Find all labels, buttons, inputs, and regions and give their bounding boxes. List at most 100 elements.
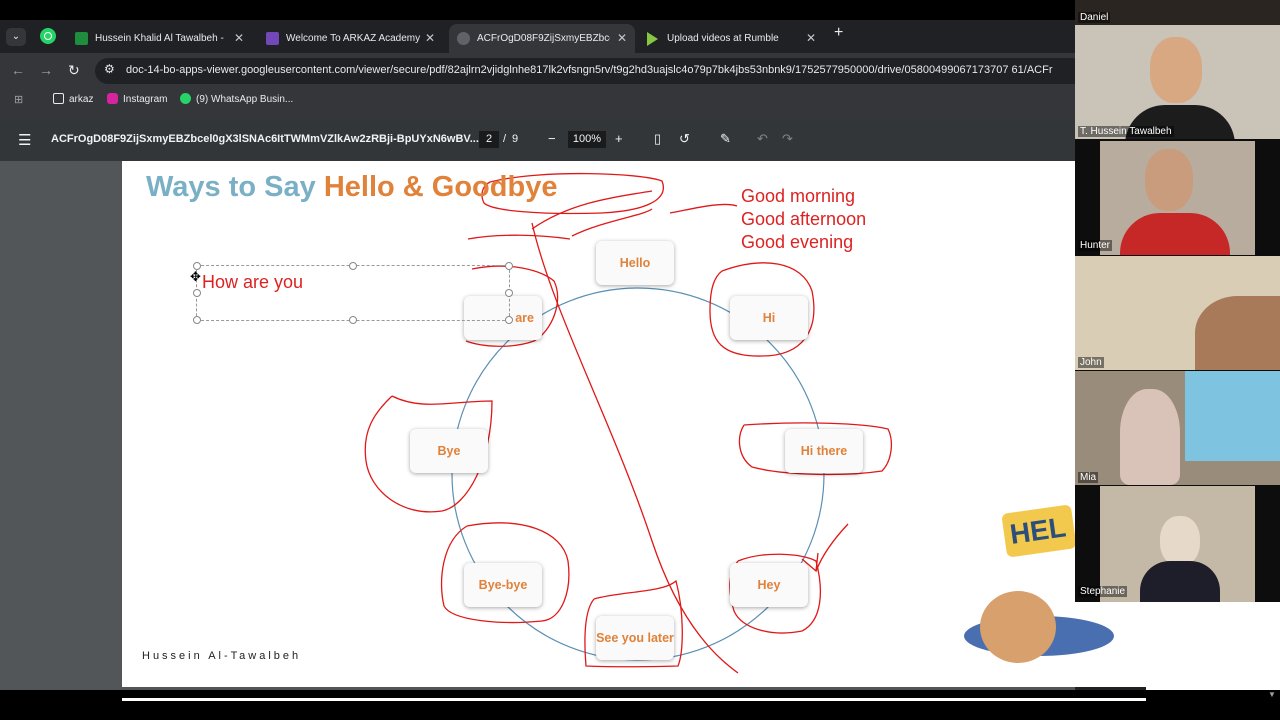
node-see-you-later: See you later <box>596 616 674 660</box>
participant-tile[interactable]: John <box>1075 256 1280 370</box>
greetings-annotation: Good morning Good afternoon Good evening <box>741 185 866 254</box>
text-annotation-box[interactable]: How are you <box>193 262 513 324</box>
avatar <box>1140 561 1220 602</box>
participant-tile[interactable]: T. Hussein Tawalbeh <box>1075 25 1280 139</box>
zoom-out-icon[interactable]: − <box>548 131 556 146</box>
redo-icon[interactable]: ↷ <box>782 131 793 147</box>
whatsapp-icon <box>180 93 191 104</box>
bookmark-label: (9) WhatsApp Busin... <box>196 94 294 105</box>
page-total: 9 <box>512 133 519 145</box>
reload-icon[interactable]: ↻ <box>68 62 80 79</box>
participant-name: Daniel <box>1078 12 1111 23</box>
move-cursor-icon: ✥ <box>190 269 201 284</box>
scroll-down-icon[interactable]: ▼ <box>1268 690 1276 699</box>
node-bye-bye: Bye-bye <box>464 563 542 607</box>
greeting-line: Good evening <box>741 232 854 252</box>
bookmark-label: arkaz <box>69 94 94 105</box>
avatar <box>1120 389 1180 485</box>
participant-name: Stephanie <box>1078 586 1128 597</box>
author-name: Hussein Al-Tawalbeh <box>142 650 302 662</box>
avatar <box>1145 149 1193 211</box>
tab-arkaz[interactable]: Welcome To ARKAZ Academy ✕ <box>258 24 443 53</box>
resize-handle[interactable] <box>349 262 357 270</box>
participant-name: John <box>1078 357 1104 368</box>
tab-pdf-active[interactable]: ACFrOgD08F9ZijSxmyEBZbcel0 ✕ <box>449 24 635 53</box>
participant-tile[interactable]: Mia <box>1075 371 1280 485</box>
page-number-input[interactable]: 2 <box>479 131 499 148</box>
bookmark-arkaz[interactable]: arkaz <box>53 93 93 105</box>
forms-icon <box>266 32 279 45</box>
slide-title: Ways to Say Hello & Goodbye <box>146 171 557 204</box>
bottom-black-strip <box>0 690 1280 720</box>
avatar <box>1160 516 1200 566</box>
close-tab-icon[interactable]: ✕ <box>425 24 435 53</box>
instagram-icon <box>107 93 118 104</box>
site-info-icon[interactable]: ⚙ <box>104 62 115 76</box>
menu-icon[interactable]: ☰ <box>18 131 31 149</box>
zoom-in-icon[interactable]: + <box>615 131 623 146</box>
resize-handle[interactable] <box>349 316 357 324</box>
resize-handle[interactable] <box>193 289 201 297</box>
address-row: ← → ↻ ⚙ doc-14-bo-apps-viewer.googleuser… <box>0 53 1085 89</box>
url-text: doc-14-bo-apps-viewer.googleusercontent.… <box>126 64 1053 76</box>
node-hi-there: Hi there <box>785 429 863 473</box>
page-right-remainder <box>1146 602 1280 690</box>
resize-handle[interactable] <box>505 262 513 270</box>
stroke-b <box>669 203 738 214</box>
rumble-icon <box>647 32 658 46</box>
node-hi: Hi <box>730 296 808 340</box>
title-part-2: Hello & Goodbye <box>323 171 558 203</box>
undo-icon[interactable]: ↶ <box>757 131 768 147</box>
bookmark-whatsapp[interactable]: (9) WhatsApp Busin... <box>180 93 293 105</box>
close-tab-icon[interactable]: ✕ <box>234 24 244 53</box>
resize-handle[interactable] <box>505 289 513 297</box>
folder-icon <box>53 93 64 104</box>
whatsapp-pinned-tab-icon[interactable] <box>40 28 56 44</box>
close-tab-icon[interactable]: ✕ <box>806 24 816 53</box>
page-separator: / <box>503 133 507 145</box>
address-bar[interactable]: ⚙ doc-14-bo-apps-viewer.googleuserconten… <box>95 58 1085 84</box>
back-icon[interactable]: ← <box>11 62 25 78</box>
participant-name: Mia <box>1078 472 1099 483</box>
participant-name: Hunter <box>1078 240 1113 251</box>
resize-handle[interactable] <box>193 316 201 324</box>
zoom-level-input[interactable]: 100% <box>568 131 606 148</box>
bear-face-icon <box>980 591 1056 663</box>
bookmark-label: Instagram <box>123 94 168 105</box>
tab-search-dropdown[interactable]: ⌄ <box>6 28 26 46</box>
title-part-1: Ways to Say <box>146 171 324 203</box>
forward-icon[interactable]: → <box>39 62 53 78</box>
apps-grid-icon[interactable]: ⊞ <box>14 93 23 106</box>
pdf-page: Ways to Say Hello & Goodbye Good morning… <box>122 161 1146 687</box>
participant-tile[interactable] <box>1100 141 1255 255</box>
fit-page-icon[interactable]: ▯ <box>654 131 661 147</box>
next-page-edge <box>122 698 1146 701</box>
rotate-icon[interactable]: ↺ <box>679 131 690 147</box>
greeting-line: Good morning <box>741 186 856 206</box>
bookmark-instagram[interactable]: Instagram <box>107 93 167 105</box>
sign-text: HEL <box>1008 511 1068 550</box>
participant-tile[interactable] <box>1100 486 1255 602</box>
tab-title: Welcome To ARKAZ Academy <box>286 33 421 44</box>
resize-handle[interactable] <box>505 316 513 324</box>
tab-title: Hussein Khalid Al Tawalbeh - G <box>95 33 227 44</box>
pdf-filename: ACFrOgD08F9ZijSxmyEBZbcel0gX3lSNAc6ItTWM… <box>51 133 479 145</box>
background-poster <box>1185 371 1280 461</box>
node-hey: Hey <box>730 563 808 607</box>
participant-tile[interactable]: Daniel <box>1075 0 1280 25</box>
greeting-line: Good afternoon <box>741 209 867 229</box>
tab-sheets[interactable]: Hussein Khalid Al Tawalbeh - G ✕ <box>67 24 252 53</box>
tab-rumble[interactable]: Upload videos at Rumble ✕ <box>639 24 824 53</box>
textbox-text: How are you <box>202 272 304 292</box>
avatar <box>1150 37 1202 103</box>
node-hello: Hello <box>596 241 674 285</box>
close-tab-icon[interactable]: ✕ <box>617 24 627 53</box>
new-tab-button[interactable]: + <box>834 24 843 42</box>
top-strip <box>0 0 1075 20</box>
pdf-toolbar: ☰ ACFrOgD08F9ZijSxmyEBZbcel0gX3lSNAc6ItT… <box>0 119 1075 161</box>
bookmark-gap <box>0 111 1075 119</box>
tab-bar: ⌄ Hussein Khalid Al Tawalbeh - G ✕ Welco… <box>0 20 1075 53</box>
sheets-icon <box>75 32 88 45</box>
annotate-pen-icon[interactable]: ✎ <box>720 131 731 147</box>
stroke-d <box>467 234 571 240</box>
